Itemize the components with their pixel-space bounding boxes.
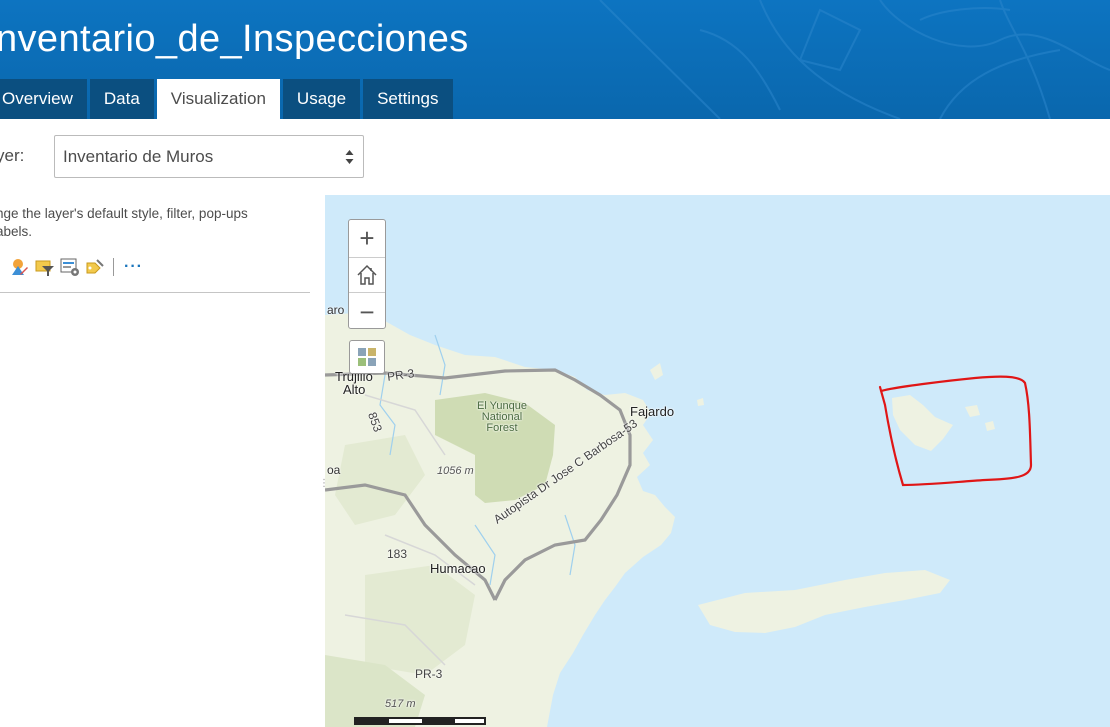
panel-description-line-2: abels. (0, 224, 33, 239)
basemap-gallery-icon (358, 348, 376, 366)
scale-bar (354, 717, 486, 725)
map-label-el-yunque-3: Forest (486, 422, 518, 434)
toolbar-separator (113, 258, 114, 276)
layer-options-panel: nge the layer's default style, filter, p… (0, 195, 325, 727)
configure-popup-icon[interactable] (60, 257, 80, 277)
land-cayo-3 (697, 398, 704, 406)
map-label-humacao: Humacao (430, 561, 486, 576)
home-icon (357, 264, 377, 285)
map-label-pr3-bottom: PR-3 (415, 667, 443, 681)
select-arrows-icon (345, 150, 354, 164)
zoom-out-button[interactable]: − (349, 294, 385, 330)
panel-description: nge the layer's default style, filter, p… (0, 205, 306, 241)
layer-selector-row: yer: Inventario de Muros (0, 119, 1110, 195)
land-vieques (698, 570, 950, 633)
app-header: nventario_de_Inspecciones Overview Data … (0, 0, 1110, 119)
panel-divider (0, 292, 310, 293)
map-label-elev-1056: 1056 m (437, 465, 474, 477)
tab-visualization[interactable]: Visualization (156, 79, 280, 119)
layer-toolbar: ··· (10, 257, 143, 277)
map-label-route-183: 183 (387, 547, 408, 561)
tab-overview[interactable]: Overview (0, 79, 87, 119)
filter-icon[interactable] (35, 257, 55, 277)
map-basemap (325, 313, 1033, 727)
basemap-gallery-button[interactable] (349, 340, 385, 374)
zoom-in-button[interactable]: + (349, 220, 385, 256)
home-button[interactable] (349, 257, 385, 293)
land-cayo-1 (985, 421, 995, 431)
tab-bar: Overview Data Visualization Usage Settin… (0, 79, 456, 119)
panel-description-line-1: nge the layer's default style, filter, p… (0, 206, 248, 221)
layer-select[interactable]: Inventario de Muros (54, 135, 364, 178)
change-style-icon[interactable] (10, 257, 30, 277)
tab-usage[interactable]: Usage (282, 79, 361, 119)
land-culebra (892, 395, 953, 451)
panel-resize-handle[interactable]: ⋮ (319, 479, 329, 502)
create-labels-icon[interactable] (85, 257, 105, 277)
map-view[interactable]: aro Trujillo Alto PR-3 174 853 El Yunque… (325, 195, 1110, 727)
map-label-fajardo: Fajardo (630, 404, 675, 419)
map-label-oa: oa (327, 463, 341, 477)
map-label-el-yunque: El Yunque National Forest (477, 401, 527, 434)
zoom-control: + − (348, 219, 386, 329)
page-title: nventario_de_Inspecciones (0, 18, 469, 60)
tab-settings[interactable]: Settings (363, 79, 453, 119)
tab-data[interactable]: Data (89, 79, 154, 119)
land-cayo-2 (650, 363, 663, 380)
map-label-trujillo-alto-2: Alto (343, 382, 366, 397)
more-options-button[interactable]: ··· (124, 259, 143, 275)
land-culebra-islet (965, 405, 980, 417)
layer-select-value: Inventario de Muros (63, 146, 214, 166)
layer-label: yer: (0, 146, 25, 165)
map-label-caro: aro (327, 303, 345, 317)
map-label-elev-517: 517 m (385, 698, 416, 710)
